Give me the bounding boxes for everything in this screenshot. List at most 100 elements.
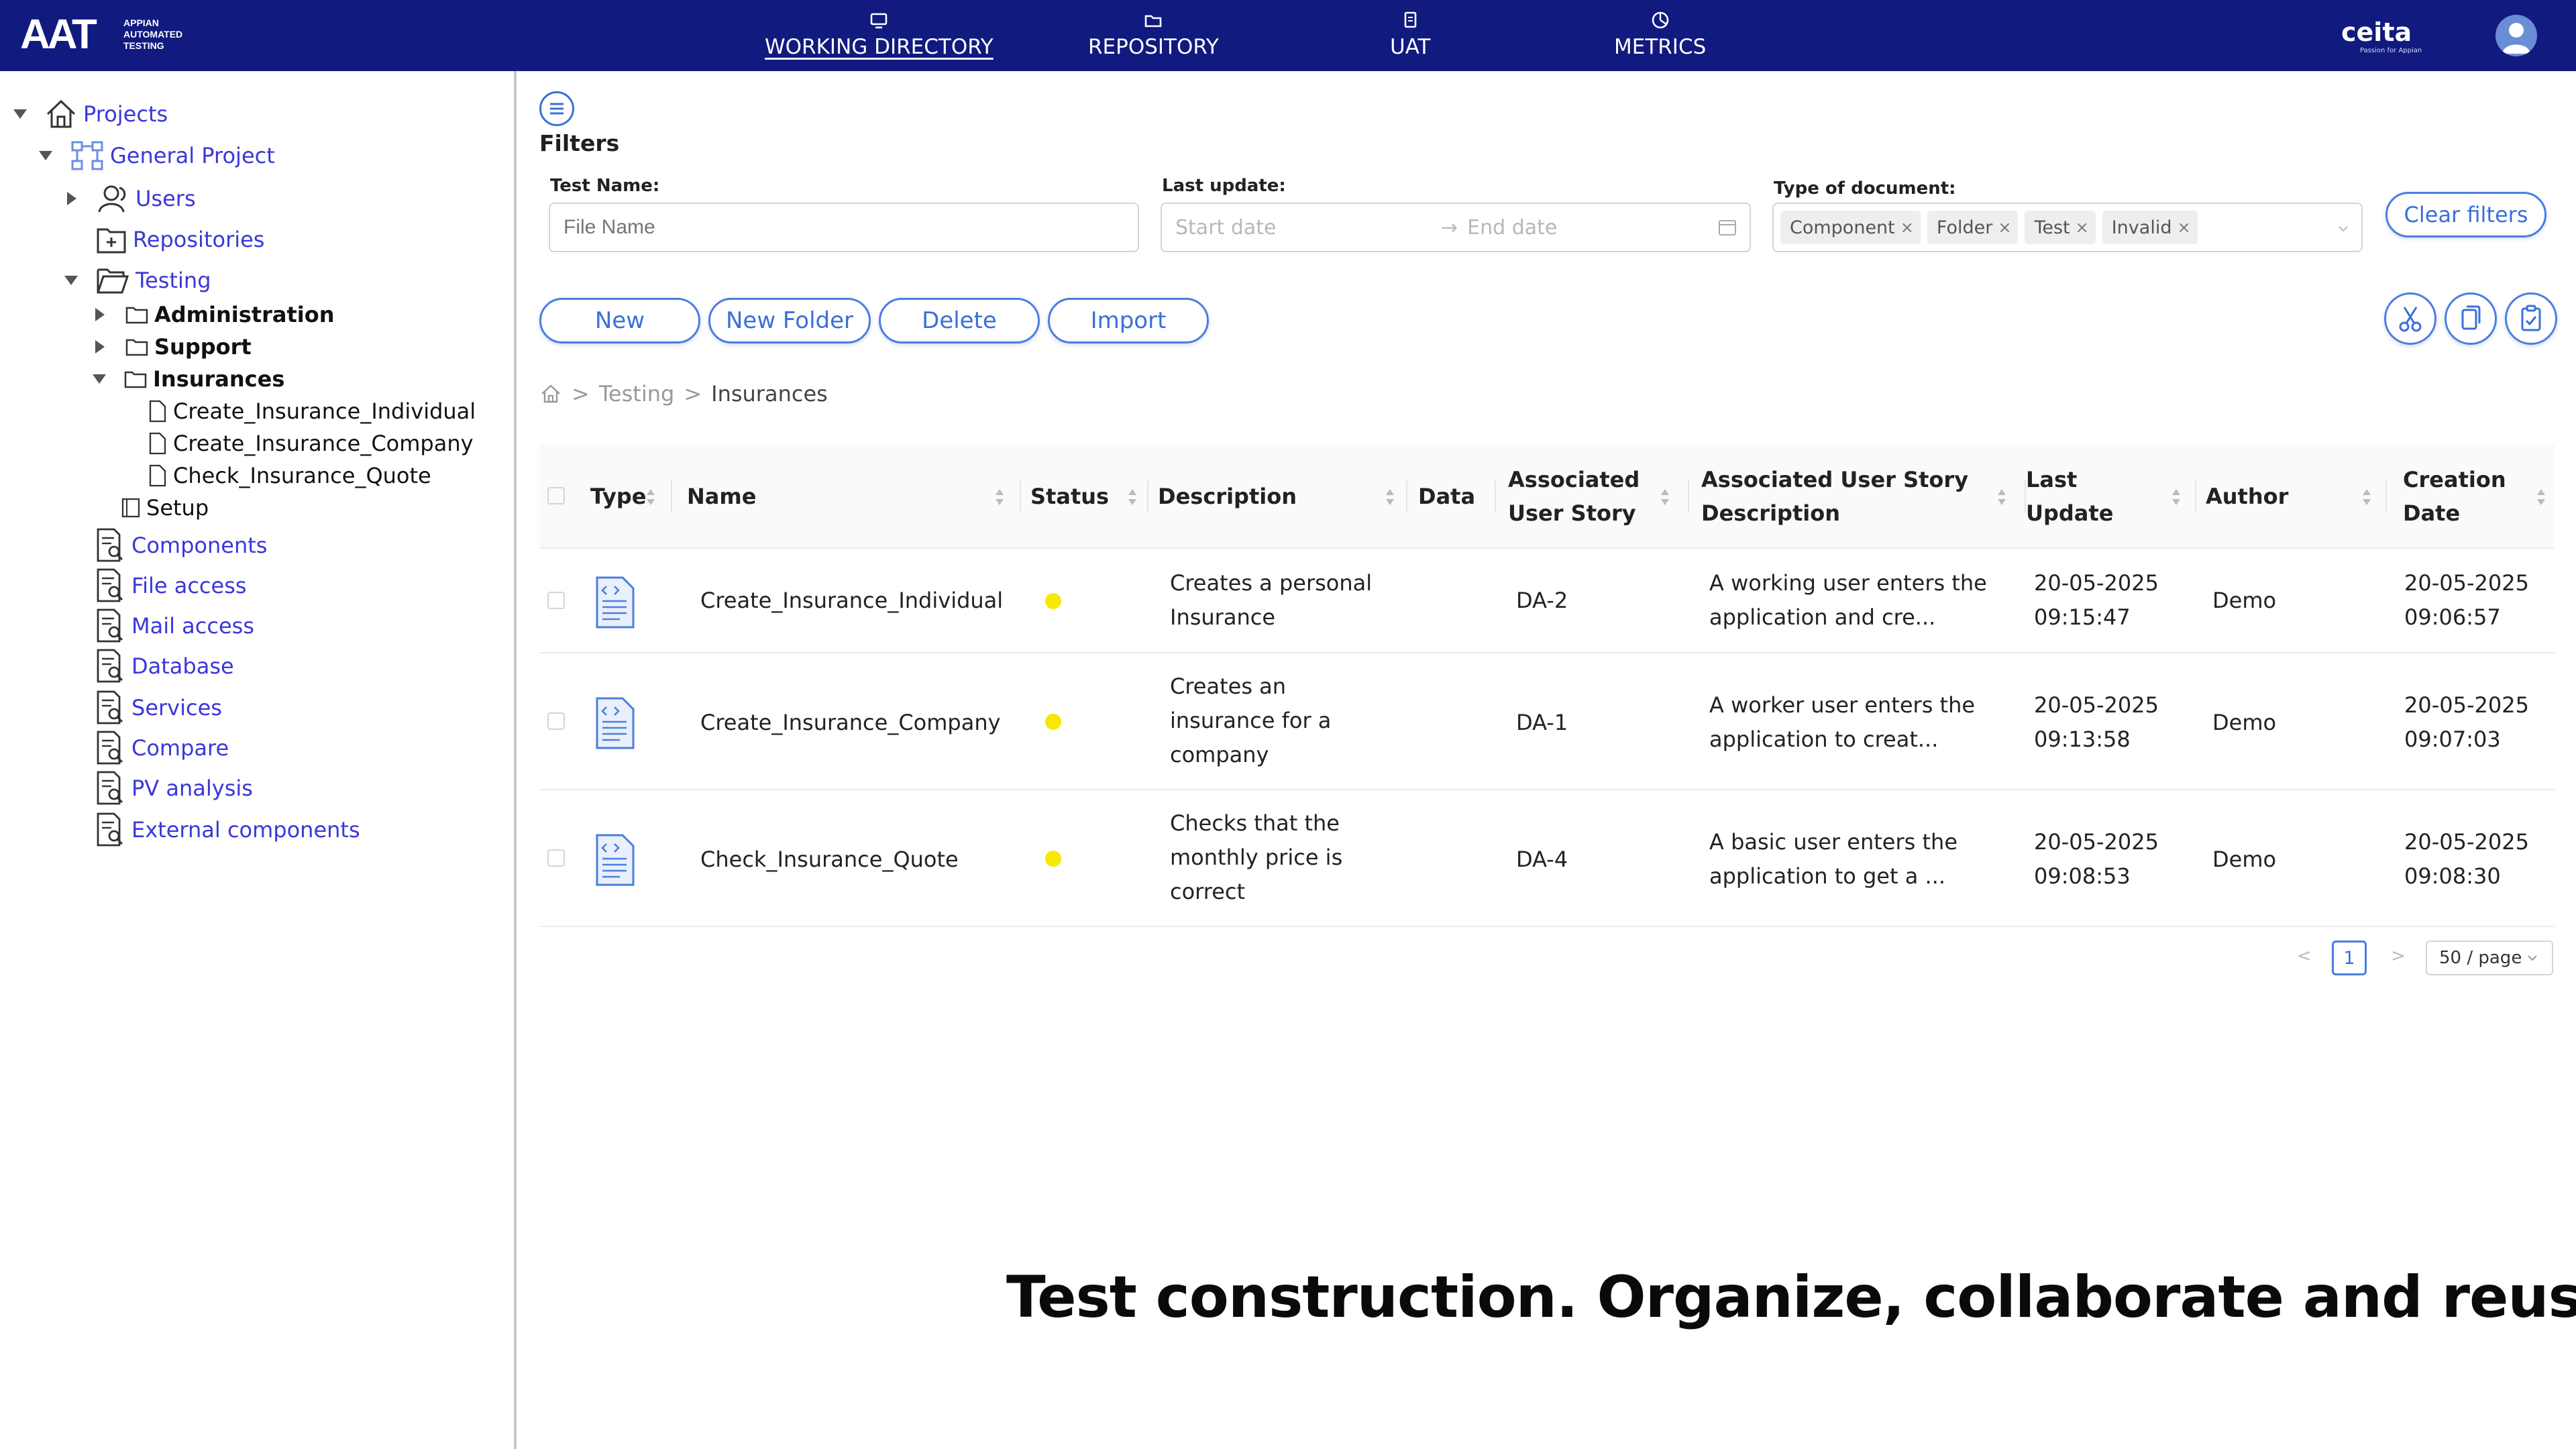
aat-logo[interactable]: AAT APPIAN AUTOMATED TESTING — [20, 9, 195, 63]
copy-button[interactable] — [2445, 292, 2497, 345]
nav-repository[interactable]: REPOSITORY — [1088, 11, 1219, 59]
tree-item-test[interactable]: Create_Insurance_Company — [148, 431, 474, 456]
collapse-arrow-icon[interactable] — [93, 374, 106, 384]
collapse-arrow-icon[interactable] — [13, 109, 27, 119]
scissors-icon — [2399, 307, 2422, 332]
tree-item-testing[interactable]: Testing — [64, 266, 211, 295]
nav-metrics[interactable]: METRICS — [1614, 11, 1706, 59]
table-row[interactable]: Check_Insurance_Quote Checks that the mo… — [539, 790, 2555, 927]
tag-remove-icon[interactable]: × — [1998, 218, 2011, 237]
expand-arrow-icon[interactable] — [95, 308, 105, 321]
tree-item-mail-access[interactable]: Mail access — [95, 608, 254, 644]
document-search-icon — [97, 568, 123, 602]
test-name-link[interactable]: Create_Insurance_Company — [700, 706, 1001, 740]
sort-icon[interactable] — [2171, 487, 2182, 507]
row-checkbox[interactable] — [547, 712, 565, 730]
tree-item-setup[interactable]: Setup — [121, 495, 209, 521]
new-folder-button[interactable]: New Folder — [708, 298, 871, 343]
tree-item-database[interactable]: Database — [95, 648, 234, 684]
home-icon[interactable] — [539, 382, 562, 405]
select-all-checkbox[interactable] — [547, 487, 565, 504]
logo-text: AAT — [20, 11, 97, 58]
page-size-select[interactable]: 50 / page — [2426, 941, 2553, 975]
sort-icon[interactable] — [2536, 487, 2546, 507]
tag-remove-icon[interactable]: × — [2177, 218, 2190, 237]
sort-icon[interactable] — [1127, 487, 1138, 507]
file-name-input[interactable] — [549, 203, 1139, 252]
breadcrumb-item-testing[interactable]: Testing — [599, 381, 675, 407]
test-name-link[interactable]: Create_Insurance_Individual — [700, 584, 1003, 618]
tree-item-services[interactable]: Services — [95, 690, 222, 726]
column-header-last-update[interactable]: Last Update — [2026, 444, 2190, 549]
nav-uat[interactable]: UAT — [1390, 11, 1430, 59]
tree-item-repositories[interactable]: Repositories — [95, 224, 264, 255]
tree-item-compare[interactable]: Compare — [95, 730, 229, 766]
story-desc-line: application to get a ... — [1709, 863, 1945, 889]
new-button[interactable]: New — [539, 298, 700, 343]
row-checkbox[interactable] — [547, 849, 565, 867]
column-header-author[interactable]: Author — [2206, 444, 2380, 549]
user-avatar[interactable] — [2496, 15, 2537, 56]
tree-item-test[interactable]: Create_Insurance_Individual — [148, 398, 476, 424]
tree-label: Create_Insurance_Company — [173, 431, 474, 456]
clear-filters-button[interactable]: Clear filters — [2385, 192, 2546, 237]
calendar-icon — [1719, 220, 1736, 235]
tag-remove-icon[interactable]: × — [1900, 218, 1914, 237]
tree-item-support[interactable]: Support — [95, 334, 252, 360]
paste-button[interactable] — [2505, 292, 2557, 345]
page-number-button[interactable]: 1 — [2332, 941, 2367, 975]
table-row[interactable]: Create_Insurance_Individual Creates a pe… — [539, 549, 2555, 653]
collapse-arrow-icon[interactable] — [64, 276, 78, 285]
column-header-type[interactable]: Type — [590, 444, 664, 549]
nav-working-directory[interactable]: WORKING DIRECTORY — [765, 11, 994, 59]
table-row[interactable]: Create_Insurance_Company Creates an insu… — [539, 653, 2555, 790]
status-indicator — [1045, 714, 1061, 730]
column-header-description[interactable]: Description — [1158, 444, 1403, 549]
sort-icon[interactable] — [1996, 487, 2007, 507]
tree-item-users[interactable]: Users — [67, 182, 196, 215]
sort-icon[interactable] — [2361, 487, 2372, 507]
tree-item-administration[interactable]: Administration — [95, 302, 334, 327]
tree-item-test[interactable]: Check_Insurance_Quote — [148, 463, 431, 488]
sort-icon[interactable] — [1385, 487, 1395, 507]
expand-arrow-icon[interactable] — [95, 340, 105, 354]
date-range-picker[interactable]: Start date → End date — [1161, 203, 1751, 252]
sort-icon[interactable] — [1660, 487, 1670, 507]
menu-toggle-button[interactable] — [539, 91, 574, 126]
row-checkbox[interactable] — [547, 592, 565, 609]
column-header-user-story-description[interactable]: Associated User Story Description — [1701, 444, 2015, 549]
collapse-arrow-icon[interactable] — [39, 151, 52, 160]
document-search-icon — [97, 528, 123, 562]
tree-item-pv-analysis[interactable]: PV analysis — [95, 770, 253, 806]
tree-item-projects[interactable]: Projects — [13, 98, 168, 130]
tag-label: Test — [2034, 217, 2070, 238]
document-search-icon — [97, 608, 123, 643]
import-button[interactable]: Import — [1048, 298, 1209, 343]
filter-tag[interactable]: Invalid × — [2102, 211, 2198, 244]
column-header-creation-date[interactable]: Creation Date — [2403, 444, 2555, 549]
column-header-name[interactable]: Name — [687, 444, 1013, 549]
test-name-link[interactable]: Check_Insurance_Quote — [700, 843, 959, 877]
filter-tag[interactable]: Component × — [1780, 211, 1921, 244]
expand-arrow-icon[interactable] — [67, 192, 76, 205]
cut-button[interactable] — [2384, 292, 2436, 345]
document-type-select[interactable]: Component × Folder × Test × Invalid × — [1772, 203, 2363, 252]
tree-label: Check_Insurance_Quote — [173, 463, 431, 488]
tree-item-file-access[interactable]: File access — [95, 568, 247, 604]
tree-item-general-project[interactable]: General Project — [39, 140, 275, 172]
tree-item-components[interactable]: Components — [95, 527, 267, 564]
column-divider — [1147, 480, 1148, 513]
sort-icon[interactable] — [994, 487, 1005, 507]
tree-label: Components — [131, 533, 268, 558]
filter-tag[interactable]: Folder × — [1927, 211, 2019, 244]
previous-page-button[interactable]: < — [2297, 946, 2312, 966]
column-header-status[interactable]: Status — [1030, 444, 1146, 549]
tag-remove-icon[interactable]: × — [2076, 218, 2089, 237]
column-header-user-story[interactable]: Associated User Story — [1508, 444, 1678, 549]
filter-tag[interactable]: Test × — [2025, 211, 2096, 244]
delete-button[interactable]: Delete — [879, 298, 1040, 343]
tree-item-external-components[interactable]: External components — [95, 812, 360, 848]
next-page-button[interactable]: > — [2391, 946, 2406, 966]
sort-icon[interactable] — [645, 487, 656, 507]
tree-item-insurances[interactable]: Insurances — [93, 366, 284, 392]
